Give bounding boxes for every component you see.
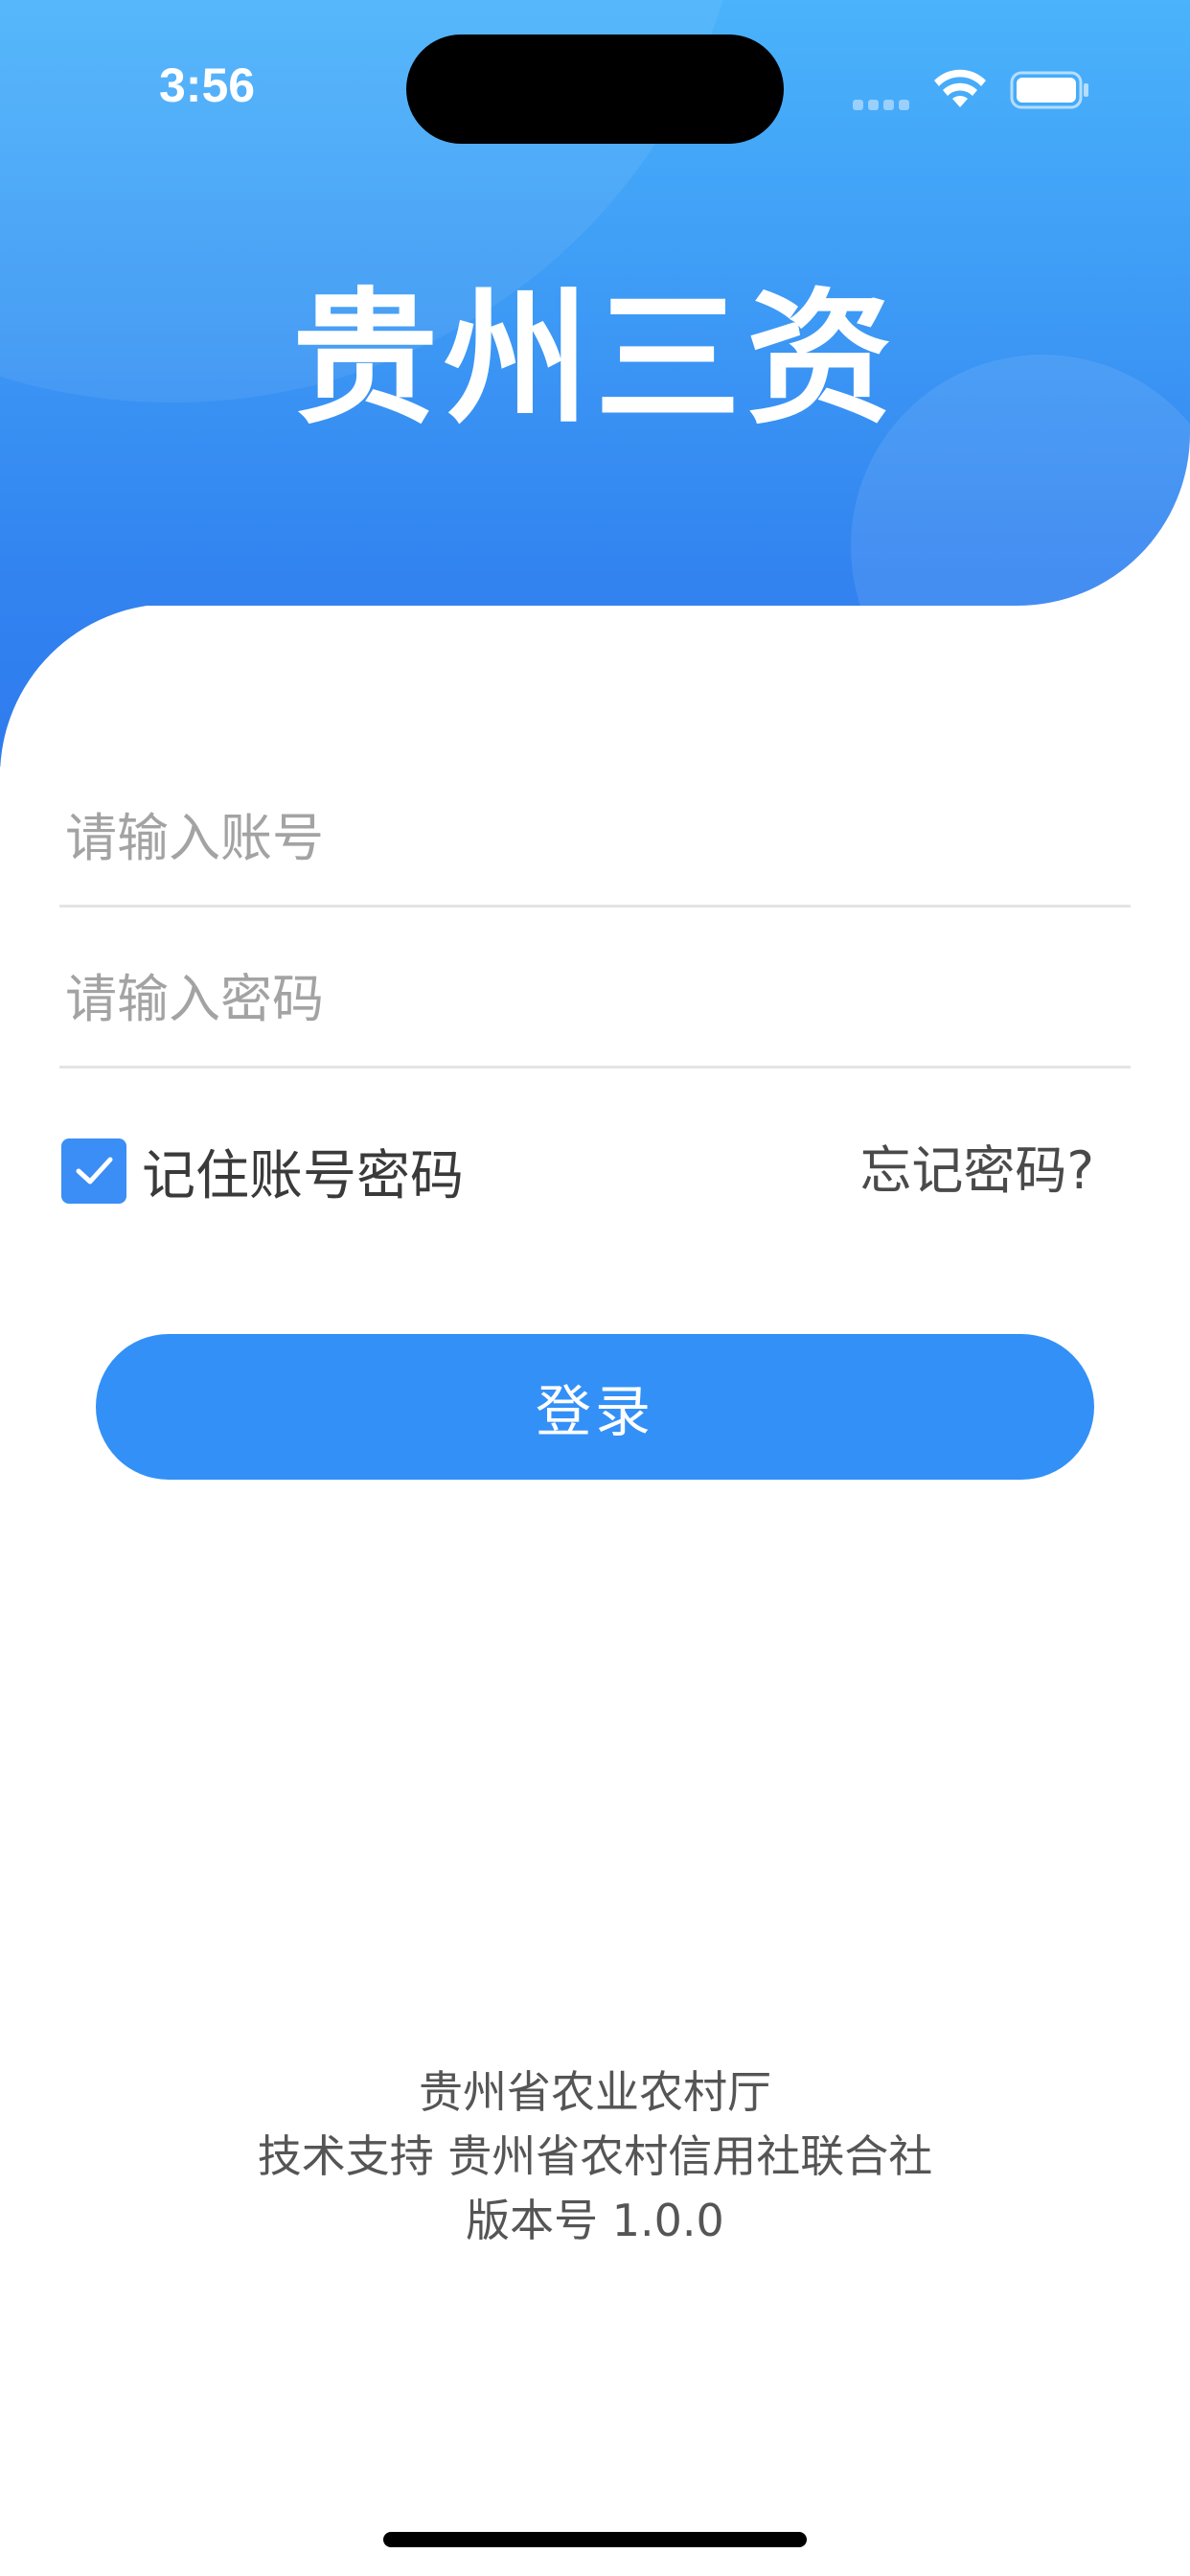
login-screen: 3:56 贵州三资 记住账号密码 忘记密码? 登录 贵州省农业农村厅 [0,0,1190,2576]
password-field [59,932,1131,1069]
dynamic-island [406,34,784,144]
footer-organization: 贵州省农业农村厅 [419,2066,771,2118]
footer: 贵州省农业农村厅 技术支持 贵州省农村信用社联合社 版本号 1.0.0 [0,2060,1190,2253]
password-input[interactable] [65,932,1119,1066]
footer-version: 版本号 1.0.0 [466,2195,724,2246]
checkmark-icon [76,1157,113,1184]
remember-checkbox[interactable] [61,1138,126,1204]
account-field [59,770,1131,908]
account-input[interactable] [65,770,1119,905]
login-button[interactable]: 登录 [96,1334,1094,1480]
status-time: 3:56 [159,58,256,112]
footer-tech-support: 技术支持 贵州省农村信用社联合社 [257,2130,933,2182]
battery-icon [1010,71,1088,109]
home-indicator[interactable] [383,2532,807,2547]
forgot-password-link[interactable]: 忘记密码? [859,1138,1094,1204]
remember-label: 记住账号密码 [142,1144,464,1208]
remember-password-toggle[interactable]: 记住账号密码 [61,1138,464,1208]
wifi-icon [934,69,986,107]
signal-dots-icon [853,96,914,110]
app-title: 贵州三资 [292,274,898,444]
